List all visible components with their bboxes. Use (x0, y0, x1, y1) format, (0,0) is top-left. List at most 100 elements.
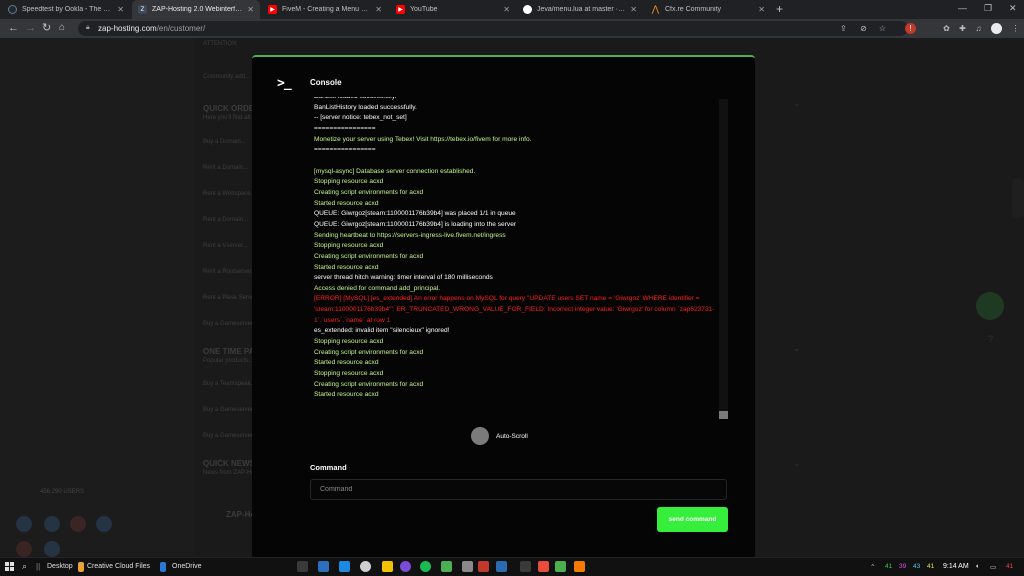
teamspeak-icon (44, 541, 60, 557)
console-line: Creating script environments for acxd (314, 380, 424, 388)
console-line: Stopping resource acxd (314, 178, 384, 186)
app-icon[interactable] (496, 561, 507, 572)
bg-item: Rent a Vserver... (203, 243, 248, 249)
taskbar-onedrive[interactable]: OneDrive (172, 563, 202, 570)
app-icon[interactable] (297, 561, 308, 572)
filezilla-icon[interactable] (478, 561, 489, 572)
star-icon[interactable]: ☆ (877, 23, 888, 34)
bg-item: Rent a Domain... (203, 165, 249, 171)
media-icon[interactable]: ♫ (973, 23, 984, 34)
app-icon[interactable] (441, 561, 452, 572)
github-icon (523, 5, 532, 14)
tab-zap-hosting[interactable]: Z ZAP-Hosting 2.0 Webinterface - Dashboa… (132, 0, 260, 19)
instagram-icon (16, 541, 32, 557)
command-input[interactable] (310, 479, 727, 500)
windows-start-icon[interactable] (5, 562, 15, 572)
send-command-button[interactable]: send command (657, 507, 728, 532)
new-tab-button[interactable]: + (776, 2, 783, 16)
app-icon[interactable] (382, 561, 393, 572)
youtube-icon: ▶ (268, 5, 277, 14)
console-line: Stopping resource acxd (314, 370, 384, 378)
tab-fivem-menu[interactable]: ▶ FiveM - Creating a Menu with NativeUI … (262, 0, 388, 19)
tray-value: 41 (927, 563, 935, 570)
bg-item: Buy a Teamspeak... (203, 381, 256, 387)
menu-kebab-icon[interactable]: ⋮ (1010, 23, 1021, 34)
bg-item: Buy a Gameserver... (203, 433, 258, 439)
task-view-icon[interactable]: || (36, 562, 40, 571)
chat-bubble-icon (976, 292, 1004, 320)
app-icon[interactable] (520, 561, 531, 572)
window-close-icon[interactable]: ✕ (1009, 3, 1017, 14)
close-icon[interactable]: ✕ (247, 5, 254, 14)
browser-tab-bar: Speedtest by Ookla - The Global Broadban… (0, 0, 1024, 19)
maximize-icon[interactable]: ❐ (984, 3, 992, 14)
share-icon[interactable]: ⇪ (838, 23, 849, 34)
settings-extension-icon[interactable]: ✿ (941, 23, 952, 34)
app-icon[interactable] (462, 561, 473, 572)
taskbar-creative-cloud[interactable]: Creative Cloud Files (87, 563, 150, 570)
taskbar: ⌕ || Desktop Creative Cloud Files OneDri… (0, 557, 1024, 576)
avatar[interactable] (991, 23, 1002, 34)
close-icon[interactable]: ✕ (375, 5, 382, 14)
console-line: Creating script environments for acxd (314, 252, 424, 260)
autoscroll-label: Auto-Scroll (496, 433, 528, 440)
app-icon[interactable] (339, 561, 350, 572)
extensions-puzzle-icon[interactable]: ✚ (957, 23, 968, 34)
extension-badge-icon[interactable]: ! (905, 23, 916, 34)
volume-icon[interactable]: 🔈︎ (976, 563, 980, 571)
tab-label: Cfx.re Community (665, 6, 722, 13)
taskbar-desktop[interactable]: Desktop (47, 563, 73, 570)
app-icon[interactable] (318, 561, 329, 572)
autoscroll-toggle[interactable] (471, 427, 489, 445)
console-line: Started resource acxd (314, 359, 379, 367)
url-bar[interactable]: 🔒︎ zap-hosting.com/en/customer/ (78, 21, 908, 36)
folder-icon (78, 562, 84, 572)
console-line: QUEUE: Giwrgoz[steam:1100001176b39b4] is… (314, 220, 517, 228)
notification-icon[interactable]: ▭ (990, 563, 996, 571)
twitter-icon (44, 516, 60, 532)
console-line: Sending heartbeat to https://servers-ing… (314, 231, 506, 239)
tab-cfx[interactable]: ⋀ Cfx.re Community ✕ (645, 0, 771, 19)
tray-chevron-icon[interactable]: ⌃ (870, 563, 875, 571)
forward-icon[interactable]: → (25, 22, 36, 34)
console-line: Started resource acxd (314, 263, 379, 271)
close-icon[interactable]: ✕ (758, 5, 765, 14)
console-line: Started resource acxd (314, 199, 379, 207)
search-icon[interactable]: ⌕ (22, 561, 27, 572)
console-modal: >_ Console BanList loaded successfully.B… (252, 55, 755, 557)
close-icon[interactable]: ✕ (503, 5, 510, 14)
console-line: Started resource acxd (314, 391, 379, 399)
app-icon[interactable] (574, 561, 585, 572)
help-icon: ? (988, 334, 994, 344)
app-icon[interactable] (555, 561, 566, 572)
close-icon[interactable]: ✕ (117, 5, 124, 14)
bg-item: Buy a Domain... (203, 139, 246, 145)
minimize-icon[interactable]: — (958, 3, 967, 13)
clock[interactable]: 9:14 AM (943, 563, 969, 570)
tray-value: 43 (913, 563, 921, 570)
address-bar-row: ← → ↻ ⌂ 🔒︎ zap-hosting.com/en/customer/ … (0, 19, 1024, 38)
tray-value: 39 (899, 563, 907, 570)
home-icon[interactable]: ⌂ (59, 22, 65, 34)
close-icon[interactable]: ✕ (630, 5, 637, 14)
spotify-icon[interactable] (420, 561, 431, 572)
app-icon[interactable] (400, 561, 411, 572)
eye-off-icon[interactable]: ⊘ (858, 23, 869, 34)
console-scrollbar[interactable] (719, 99, 728, 419)
console-line: Stopping resource acxd (314, 242, 384, 250)
console-error-line: [ERROR] [MySQL] [es_extended] An error h… (314, 295, 715, 324)
console-line: Creating script environments for acxd (314, 348, 424, 356)
app-icon[interactable] (360, 561, 371, 572)
back-icon[interactable]: ← (8, 22, 19, 34)
tab-github[interactable]: Jeva/menu.lua at master · jevajs/ ✕ (517, 0, 643, 19)
url-text: zap-hosting.com/en/customer/ (98, 24, 206, 33)
console-line: [mysql-async] Database server connection… (314, 167, 476, 175)
tab-speedtest[interactable]: Speedtest by Ookla - The Global Broadban… (2, 0, 130, 19)
scrollbar-thumb[interactable] (719, 411, 728, 419)
tab-youtube[interactable]: ▶ YouTube ✕ (390, 0, 516, 19)
onedrive-icon (160, 562, 166, 572)
console-output[interactable]: BanList loaded successfully.BanListHisto… (314, 97, 719, 419)
reload-icon[interactable]: ↻ (42, 22, 51, 34)
youtube-icon (70, 516, 86, 532)
app-icon[interactable] (538, 561, 549, 572)
